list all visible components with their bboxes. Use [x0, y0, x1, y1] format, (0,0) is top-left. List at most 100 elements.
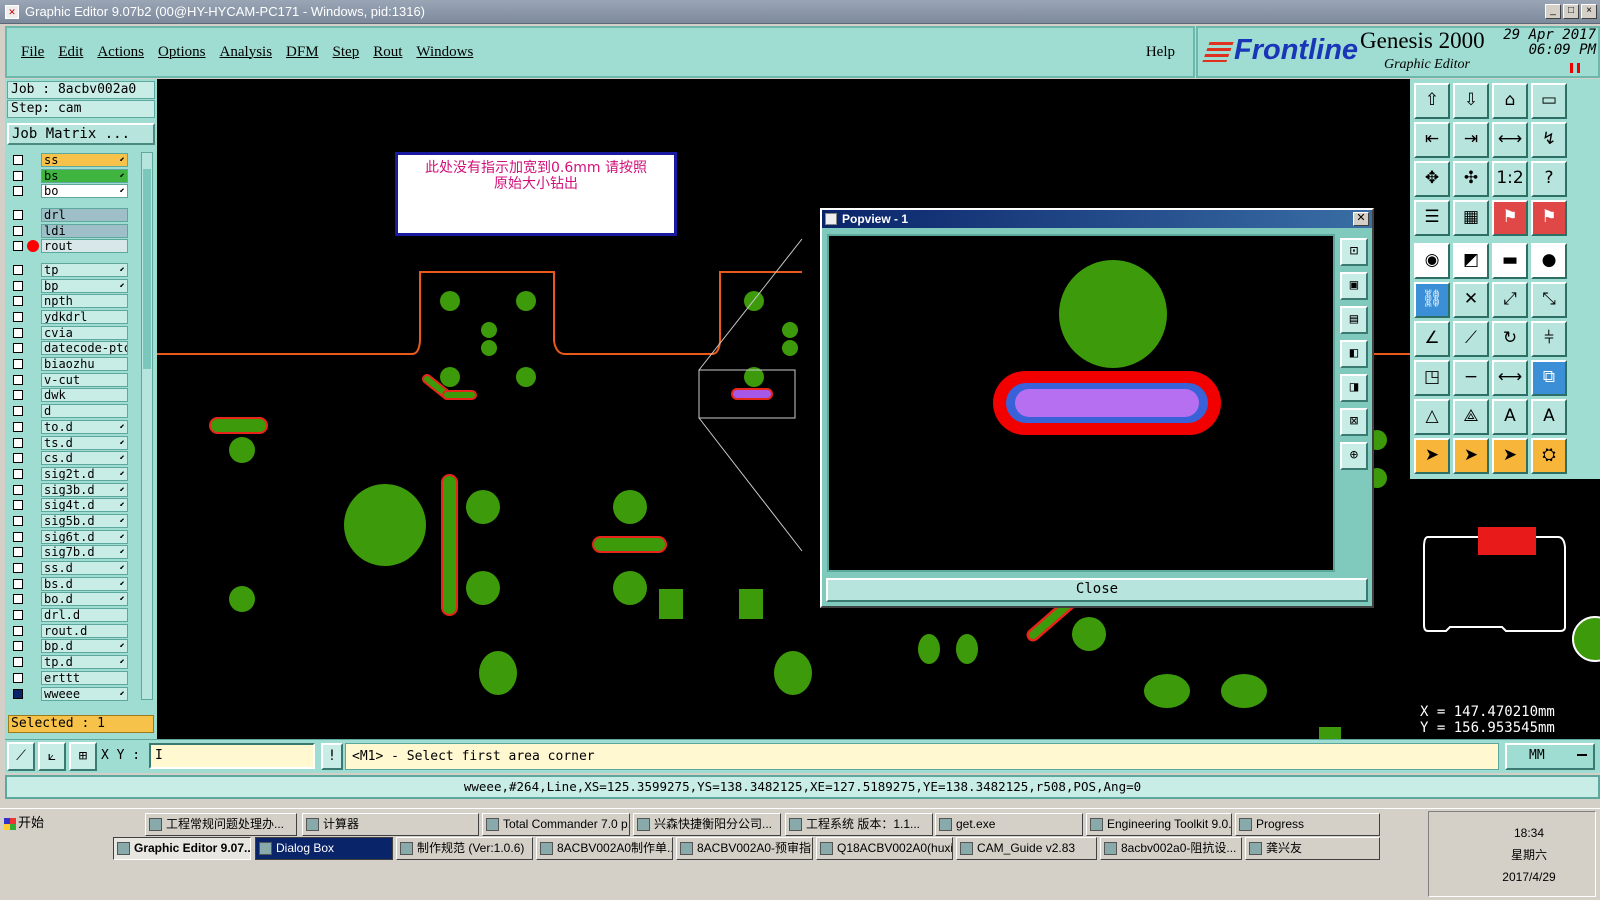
layer-name[interactable]: dwk [41, 388, 128, 403]
layer-name[interactable]: sig7b.d ⬋ [41, 545, 128, 560]
triangle-b-icon[interactable]: ⟁ [1453, 399, 1489, 435]
ruler-icon[interactable]: ▬ [1492, 243, 1528, 279]
layer-checkbox[interactable] [13, 484, 23, 495]
layer-checkbox[interactable] [13, 374, 23, 385]
layer-name[interactable]: tp.d ⬋ [41, 655, 128, 670]
layer-name[interactable]: sig3b.d ⬋ [41, 482, 128, 497]
layer-name[interactable]: sig4t.d ⬋ [41, 498, 128, 513]
layer-name[interactable]: ss ⬋ [41, 152, 128, 167]
layer-checkbox[interactable] [13, 594, 23, 605]
layer-row[interactable]: tp.d ⬋ [10, 654, 128, 670]
measure-icon[interactable]: ⟀ [38, 742, 66, 771]
taskbar-button[interactable]: Dialog Box [255, 837, 393, 860]
close-button[interactable]: × [1581, 4, 1597, 19]
layer-row[interactable]: d [10, 403, 128, 419]
taskbar-button[interactable]: Q18ACBV002A0(huxi... [816, 837, 953, 860]
arc-icon[interactable]: ↻ [1492, 321, 1528, 357]
layer-row[interactable]: bp ⬋ [10, 278, 128, 294]
job-matrix-button[interactable]: Job Matrix ... [7, 123, 155, 145]
layer-checkbox[interactable] [13, 359, 23, 370]
slash-icon[interactable]: ⟋ [1453, 321, 1489, 357]
minimize-button[interactable]: _ [1545, 4, 1561, 19]
layer-checkbox[interactable] [13, 296, 23, 307]
layer-row[interactable]: sig6t.d ⬋ [10, 529, 128, 545]
layer-checkbox[interactable] [13, 641, 23, 652]
minus-icon[interactable]: − [1453, 360, 1489, 396]
layer-name[interactable]: bs ⬋ [41, 168, 128, 183]
taskbar-button[interactable]: Engineering Toolkit 9.0... [1086, 813, 1232, 836]
point-icon[interactable]: ◳ [1414, 360, 1450, 396]
layer-name[interactable]: v-cut [41, 372, 128, 387]
maximize-button[interactable]: □ [1563, 4, 1579, 19]
layer-row[interactable]: sig7b.d ⬋ [10, 545, 128, 561]
zoom-area-icon[interactable]: ⊠ [1340, 408, 1368, 436]
layer-row[interactable]: ts.d ⬋ [10, 435, 128, 451]
popview-window[interactable]: Popview - 1 ✕ ⊡ ▣ ▤ ◧ ◨ ⊠ ⊕ Close [820, 208, 1374, 608]
layer-row[interactable]: bo ⬋ [10, 183, 128, 199]
layer-checkbox[interactable] [13, 209, 23, 220]
zoom-fit-icon[interactable]: ✥ [1414, 161, 1450, 197]
popview-close-icon[interactable]: ✕ [1353, 212, 1369, 226]
copy-icon[interactable]: ⧉ [1531, 360, 1567, 396]
layer-checkbox[interactable] [13, 688, 23, 699]
layer-row[interactable]: sig5b.d ⬋ [10, 513, 128, 529]
popview-titlebar[interactable]: Popview - 1 [822, 210, 1372, 228]
layer-checkbox[interactable] [13, 610, 23, 621]
layer-name[interactable]: tp ⬋ [41, 262, 128, 277]
add-feature-icon[interactable]: ◉ [1414, 243, 1450, 279]
move-icon[interactable]: ⤢ [1492, 282, 1528, 318]
connect-icon[interactable]: ⛓ [1414, 282, 1450, 318]
zoom-in-icon[interactable]: ▣ [1340, 272, 1368, 300]
layer-row[interactable]: to.d ⬋ [10, 419, 128, 435]
zoom-both-icon[interactable]: ⟷ [1492, 122, 1528, 158]
line-icon[interactable]: ∠ [1414, 321, 1450, 357]
layer-row[interactable]: cs.d ⬋ [10, 450, 128, 466]
layer-name[interactable]: wweee ⬋ [41, 686, 128, 701]
pan-icon[interactable]: ✣ [1453, 161, 1489, 197]
select-box-icon[interactable]: ➤ [1453, 438, 1489, 474]
zoom-in-icon[interactable]: ⇤ [1414, 122, 1450, 158]
menu-options[interactable]: Options [158, 44, 206, 61]
layer-checkbox[interactable] [13, 327, 23, 338]
grid-icon[interactable]: ⊞ [69, 742, 97, 771]
home-view-icon[interactable]: ⊕ [1340, 442, 1368, 470]
layer-row[interactable]: cvia [10, 325, 128, 341]
taskbar-button[interactable]: Total Commander 7.0 p... [482, 813, 630, 836]
taskbar-button[interactable]: 8acbv002a0-阻抗设... [1100, 837, 1242, 860]
layer-checkbox[interactable] [13, 241, 23, 252]
taskbar-button[interactable]: 计算器 [302, 813, 479, 836]
menu-edit[interactable]: Edit [58, 44, 83, 61]
taskbar-button[interactable]: 制作规范 (Ver:1.0.6) [396, 837, 533, 860]
layer-name[interactable]: ydkdrl [41, 310, 128, 325]
layer-row[interactable]: sig2t.d ⬋ [10, 466, 128, 482]
layer-row[interactable]: drl [10, 207, 128, 223]
layer-checkbox[interactable] [13, 154, 23, 165]
layer-row[interactable]: ss ⬋ [10, 152, 128, 168]
layer-row[interactable]: sig3b.d ⬋ [10, 482, 128, 498]
layer-row[interactable]: bp.d ⬋ [10, 639, 128, 655]
text-icon[interactable]: ⫩ [1531, 321, 1567, 357]
layer-checkbox[interactable] [13, 312, 23, 323]
layer-checkbox[interactable] [13, 563, 23, 574]
layer-name[interactable]: bs.d ⬋ [41, 576, 128, 591]
select-net-icon[interactable]: ⛭ [1531, 438, 1567, 474]
layer-row[interactable]: ss.d ⬋ [10, 560, 128, 576]
zoom-out-icon[interactable]: ▤ [1340, 306, 1368, 334]
layer-checkbox[interactable] [13, 186, 23, 197]
menu-help[interactable]: Help [1146, 44, 1175, 61]
shape-icon[interactable]: ◩ [1453, 243, 1489, 279]
layer-name[interactable]: cvia [41, 325, 128, 340]
layer-name[interactable]: sig2t.d ⬋ [41, 466, 128, 481]
triangle-d-icon[interactable]: A [1531, 399, 1567, 435]
layer-name[interactable]: erttt [41, 670, 128, 685]
layer-name[interactable]: cs.d ⬋ [41, 451, 128, 466]
layer-checkbox[interactable] [13, 437, 23, 448]
grid-icon[interactable]: ▦ [1453, 200, 1489, 236]
layer-name[interactable]: drl.d [41, 608, 128, 623]
window-icon[interactable]: ▭ [1531, 83, 1567, 119]
layer-checkbox[interactable] [13, 170, 23, 181]
help-icon[interactable]: ? [1531, 161, 1567, 197]
layer-checkbox[interactable] [13, 578, 23, 589]
taskbar-button[interactable]: 8ACBV002A0-预审指... [676, 837, 813, 860]
layer-name[interactable]: d [41, 404, 128, 419]
